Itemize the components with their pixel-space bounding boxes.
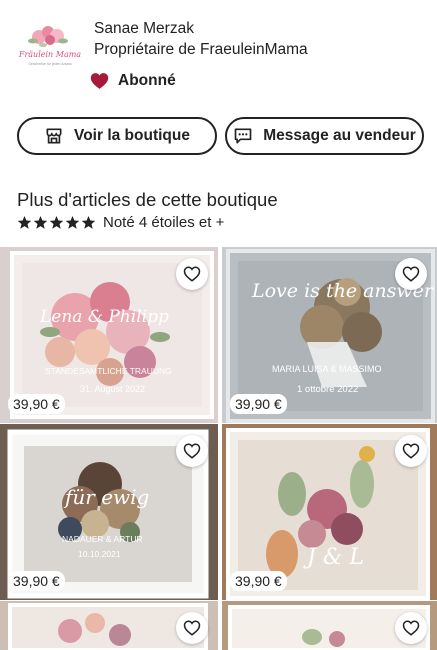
star-icon bbox=[81, 215, 96, 229]
product-grid: Lena & Philipp STANDESAMTLICHE TRAUUNG 3… bbox=[0, 247, 437, 650]
product-engraving-date: 31. August 2022 bbox=[80, 384, 145, 394]
star-icon bbox=[33, 215, 48, 229]
follow-label: Abonné bbox=[118, 72, 176, 89]
star-icon bbox=[17, 215, 32, 229]
logo-subtext: Geschenke für jeden Anlass bbox=[28, 62, 72, 66]
product-card[interactable]: für ewig NADAUER & ARTUR 10.10.2021 39,9… bbox=[0, 424, 218, 600]
heart-outline-icon bbox=[183, 443, 201, 459]
product-price: 39,90 € bbox=[230, 394, 287, 414]
heart-outline-icon bbox=[183, 266, 201, 282]
product-card[interactable]: J & L 39,90 € bbox=[222, 424, 437, 600]
message-seller-label: Message au vendeur bbox=[263, 127, 416, 144]
message-seller-button[interactable]: Message au vendeur bbox=[225, 117, 424, 155]
heart-filled-icon bbox=[90, 73, 109, 89]
product-engraving: für ewig bbox=[63, 485, 149, 509]
star-icon bbox=[65, 215, 80, 229]
favorite-button[interactable] bbox=[176, 612, 208, 644]
favorite-button[interactable] bbox=[395, 258, 427, 290]
logo-text: Fräulein Mama bbox=[18, 50, 82, 59]
product-engraving-date: 10.10.2021 bbox=[78, 549, 121, 559]
favorite-button[interactable] bbox=[395, 435, 427, 467]
follow-toggle[interactable]: Abonné bbox=[90, 70, 176, 92]
heart-outline-icon bbox=[402, 443, 420, 459]
product-engraving: J & L bbox=[303, 545, 364, 570]
message-icon bbox=[234, 128, 252, 144]
product-engraving-sub: NADAUER & ARTUR bbox=[62, 534, 143, 544]
rating-filter: Noté 4 étoiles et + bbox=[17, 212, 224, 232]
product-engraving-sub: STANDESAMTLICHE TRAUUNG bbox=[45, 366, 172, 376]
favorite-button[interactable] bbox=[176, 435, 208, 467]
product-price: 39,90 € bbox=[8, 394, 65, 414]
rating-label: Noté 4 étoiles et + bbox=[103, 213, 225, 231]
heart-outline-icon bbox=[402, 620, 420, 636]
star-icon bbox=[49, 215, 64, 229]
product-engraving-date: 1 ottobre 2022 bbox=[297, 384, 358, 395]
view-shop-button[interactable]: Voir la boutique bbox=[17, 117, 217, 155]
product-engraving-sub: MARIA LUISA & MASSIMO bbox=[272, 364, 382, 374]
view-shop-label: Voir la boutique bbox=[74, 127, 190, 144]
product-card[interactable]: Love is the answer MARIA LUISA & MASSIMO… bbox=[222, 247, 437, 423]
product-engraving: Lena & Philipp bbox=[39, 307, 169, 327]
shop-logo[interactable]: Fräulein Mama Geschenke für jeden Anlass bbox=[17, 17, 83, 83]
star-rating bbox=[17, 215, 97, 230]
seller-role: Propriétaire de FraeuleinMama bbox=[94, 41, 308, 58]
heart-outline-icon bbox=[183, 620, 201, 636]
store-icon bbox=[46, 128, 62, 144]
product-card[interactable]: Lena & Philipp STANDESAMTLICHE TRAUUNG 3… bbox=[0, 247, 218, 423]
product-card[interactable] bbox=[0, 601, 218, 650]
heart-outline-icon bbox=[402, 266, 420, 282]
product-price: 39,90 € bbox=[230, 571, 287, 591]
seller-header: Fräulein Mama Geschenke für jeden Anlass… bbox=[0, 0, 437, 110]
section-title: Plus d'articles de cette boutique bbox=[17, 189, 278, 210]
product-price: 39,90 € bbox=[8, 571, 65, 591]
favorite-button[interactable] bbox=[176, 258, 208, 290]
seller-name[interactable]: Sanae Merzak bbox=[94, 20, 194, 38]
favorite-button[interactable] bbox=[395, 612, 427, 644]
product-card[interactable] bbox=[222, 601, 437, 650]
